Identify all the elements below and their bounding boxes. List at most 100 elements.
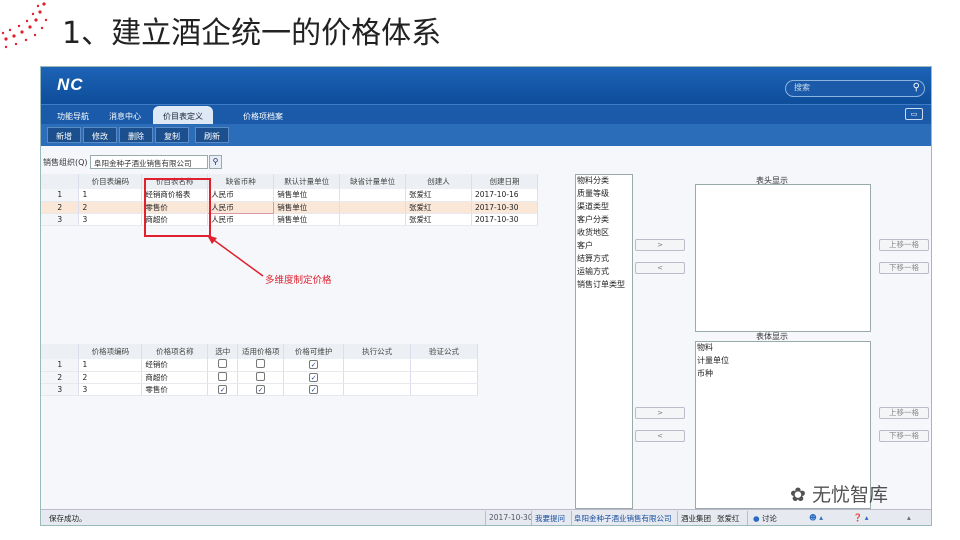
- col-default-measure-unit[interactable]: 缺省计量单位: [339, 174, 407, 189]
- col-item-code[interactable]: 价格项编码: [78, 344, 143, 359]
- cell-exec-formula[interactable]: [343, 383, 412, 396]
- cell-date[interactable]: 2017-10-30: [471, 201, 539, 214]
- cell-applicable[interactable]: ✓: [237, 383, 285, 396]
- sales-org-field[interactable]: 阜阳金种子酒业销售有限公司: [90, 155, 208, 169]
- add-to-body-button[interactable]: >: [635, 407, 685, 419]
- selected-checkbox[interactable]: [218, 371, 228, 381]
- col-exec-formula[interactable]: 执行公式: [343, 344, 412, 359]
- list-item[interactable]: 结算方式: [576, 253, 632, 266]
- list-item[interactable]: 客户: [576, 240, 632, 253]
- cell-creator[interactable]: 张爱红: [405, 189, 472, 202]
- col-creator[interactable]: 创建人: [405, 174, 472, 189]
- chevron-up-icon[interactable]: ▴: [907, 513, 911, 522]
- cell-item-code[interactable]: 1: [78, 359, 143, 372]
- header-display-list[interactable]: [695, 184, 871, 332]
- org-lookup-icon[interactable]: ⚲: [209, 155, 222, 169]
- list-item[interactable]: 客户分类: [576, 214, 632, 227]
- cell-item-code[interactable]: 2: [78, 371, 143, 384]
- cell-unit[interactable]: 销售单位: [273, 213, 341, 226]
- cell-date[interactable]: 2017-10-16: [471, 189, 539, 202]
- table-row[interactable]: 2 2 零售价 人民币 销售单位 张爱红 2017-10-30: [41, 200, 539, 214]
- cell-selected[interactable]: ✓: [207, 383, 239, 396]
- remove-from-header-button[interactable]: <: [635, 262, 685, 274]
- tab-message-center[interactable]: 消息中心: [99, 106, 151, 125]
- cell-item-name[interactable]: 经销价: [141, 359, 209, 372]
- list-item[interactable]: 质量等级: [576, 188, 632, 201]
- col-created-date[interactable]: 创建日期: [471, 174, 539, 189]
- cell-applicable[interactable]: [237, 371, 285, 384]
- col-maintainable[interactable]: 价格可维护: [283, 344, 345, 359]
- col-price-table-code[interactable]: 价目表编码: [78, 174, 143, 189]
- search-icon[interactable]: ⚲: [913, 82, 920, 93]
- cell-applicable[interactable]: [237, 359, 285, 372]
- header-move-up-button[interactable]: 上移一格: [879, 239, 929, 251]
- list-item[interactable]: 运输方式: [576, 266, 632, 279]
- selected-checkbox[interactable]: ✓: [218, 384, 228, 394]
- maintainable-checkbox[interactable]: ✓: [309, 372, 319, 382]
- cell-code[interactable]: 3: [78, 213, 143, 226]
- delete-button[interactable]: 删除: [119, 127, 153, 143]
- copy-button[interactable]: 复制: [155, 127, 189, 143]
- applicable-checkbox[interactable]: [256, 359, 266, 369]
- help-icon[interactable]: ❓ ▴: [853, 513, 869, 522]
- cell-item-name[interactable]: 零售价: [141, 383, 209, 396]
- cell-currency[interactable]: 人民币: [207, 189, 275, 202]
- maintainable-checkbox[interactable]: ✓: [309, 384, 319, 394]
- table-row[interactable]: 2 2 商超价 ✓: [41, 371, 478, 384]
- applicable-checkbox[interactable]: [256, 371, 266, 381]
- col-item-name[interactable]: 价格项名称: [141, 344, 209, 359]
- col-default-unit[interactable]: 默认计量单位: [273, 174, 341, 189]
- cell-maintainable[interactable]: ✓: [283, 359, 345, 372]
- cell-code[interactable]: 2: [78, 201, 143, 214]
- cell-unit[interactable]: 销售单位: [273, 189, 341, 202]
- table-row[interactable]: 1 1 经销价 ✓: [41, 359, 478, 372]
- col-default-currency[interactable]: 缺省币种: [207, 174, 275, 189]
- cell-item-code[interactable]: 3: [78, 383, 143, 396]
- cell-creator[interactable]: 张爱红: [405, 201, 472, 214]
- maintainable-checkbox[interactable]: ✓: [309, 360, 319, 370]
- cell-maintainable[interactable]: ✓: [283, 371, 345, 384]
- add-button[interactable]: 新增: [47, 127, 81, 143]
- cell-selected[interactable]: [207, 371, 239, 384]
- cell-currency[interactable]: 人民币: [207, 213, 275, 226]
- list-item[interactable]: 物料分类: [576, 175, 632, 188]
- cell-code[interactable]: 1: [78, 189, 143, 202]
- discuss-button[interactable]: ● 讨论: [753, 513, 777, 524]
- table-row[interactable]: 3 3 零售价 ✓ ✓ ✓: [41, 383, 478, 396]
- cell-measure-unit[interactable]: [339, 213, 407, 226]
- tab-function-nav[interactable]: 功能导航: [47, 106, 99, 125]
- list-item[interactable]: 渠道类型: [576, 201, 632, 214]
- dimension-list[interactable]: 物料分类 质量等级 渠道类型 客户分类 收货地区 客户 结算方式 运输方式 销售订单类型: [575, 174, 633, 509]
- quick-ask-link[interactable]: 我要提问: [535, 513, 565, 524]
- cell-unit[interactable]: 销售单位: [273, 201, 341, 214]
- selected-checkbox[interactable]: [218, 359, 228, 369]
- table-row[interactable]: 1 1 经销商价格表 人民币 销售单位 张爱红 2017-10-16: [41, 189, 539, 202]
- header-move-down-button[interactable]: 下移一格: [879, 262, 929, 274]
- cell-exec-formula[interactable]: [343, 359, 412, 372]
- col-verify-formula[interactable]: 验证公式: [410, 344, 478, 359]
- cell-verify-formula[interactable]: [410, 359, 478, 372]
- status-org-link[interactable]: 阜阳金种子酒业销售有限公司: [574, 513, 672, 524]
- cell-verify-formula[interactable]: [410, 383, 478, 396]
- cell-creator[interactable]: 张爱红: [405, 213, 472, 226]
- cell-selected[interactable]: [207, 359, 239, 372]
- cell-measure-unit[interactable]: [339, 189, 407, 202]
- tab-price-item-archive[interactable]: 价格项档案: [233, 106, 293, 125]
- edit-button[interactable]: 修改: [83, 127, 117, 143]
- user-menu-icon[interactable]: ☻ ▴: [809, 513, 823, 522]
- col-selected[interactable]: 选中: [207, 344, 239, 359]
- add-to-header-button[interactable]: >: [635, 239, 685, 251]
- cell-date[interactable]: 2017-10-30: [471, 213, 539, 226]
- list-item[interactable]: 计量单位: [696, 355, 870, 368]
- tab-price-table-definition[interactable]: 价目表定义: [153, 106, 213, 125]
- list-item[interactable]: 币种: [696, 368, 870, 381]
- applicable-checkbox[interactable]: ✓: [256, 384, 266, 394]
- refresh-button[interactable]: 刷新: [195, 127, 229, 143]
- cell-maintainable[interactable]: ✓: [283, 383, 345, 396]
- list-item[interactable]: 销售订单类型: [576, 279, 632, 292]
- cell-verify-formula[interactable]: [410, 371, 478, 384]
- global-search[interactable]: 搜索 ⚲: [785, 80, 925, 97]
- remove-from-body-button[interactable]: <: [635, 430, 685, 442]
- body-move-up-button[interactable]: 上移一格: [879, 407, 929, 419]
- table-row[interactable]: 3 3 商超价 人民币 销售单位 张爱红 2017-10-30: [41, 213, 539, 226]
